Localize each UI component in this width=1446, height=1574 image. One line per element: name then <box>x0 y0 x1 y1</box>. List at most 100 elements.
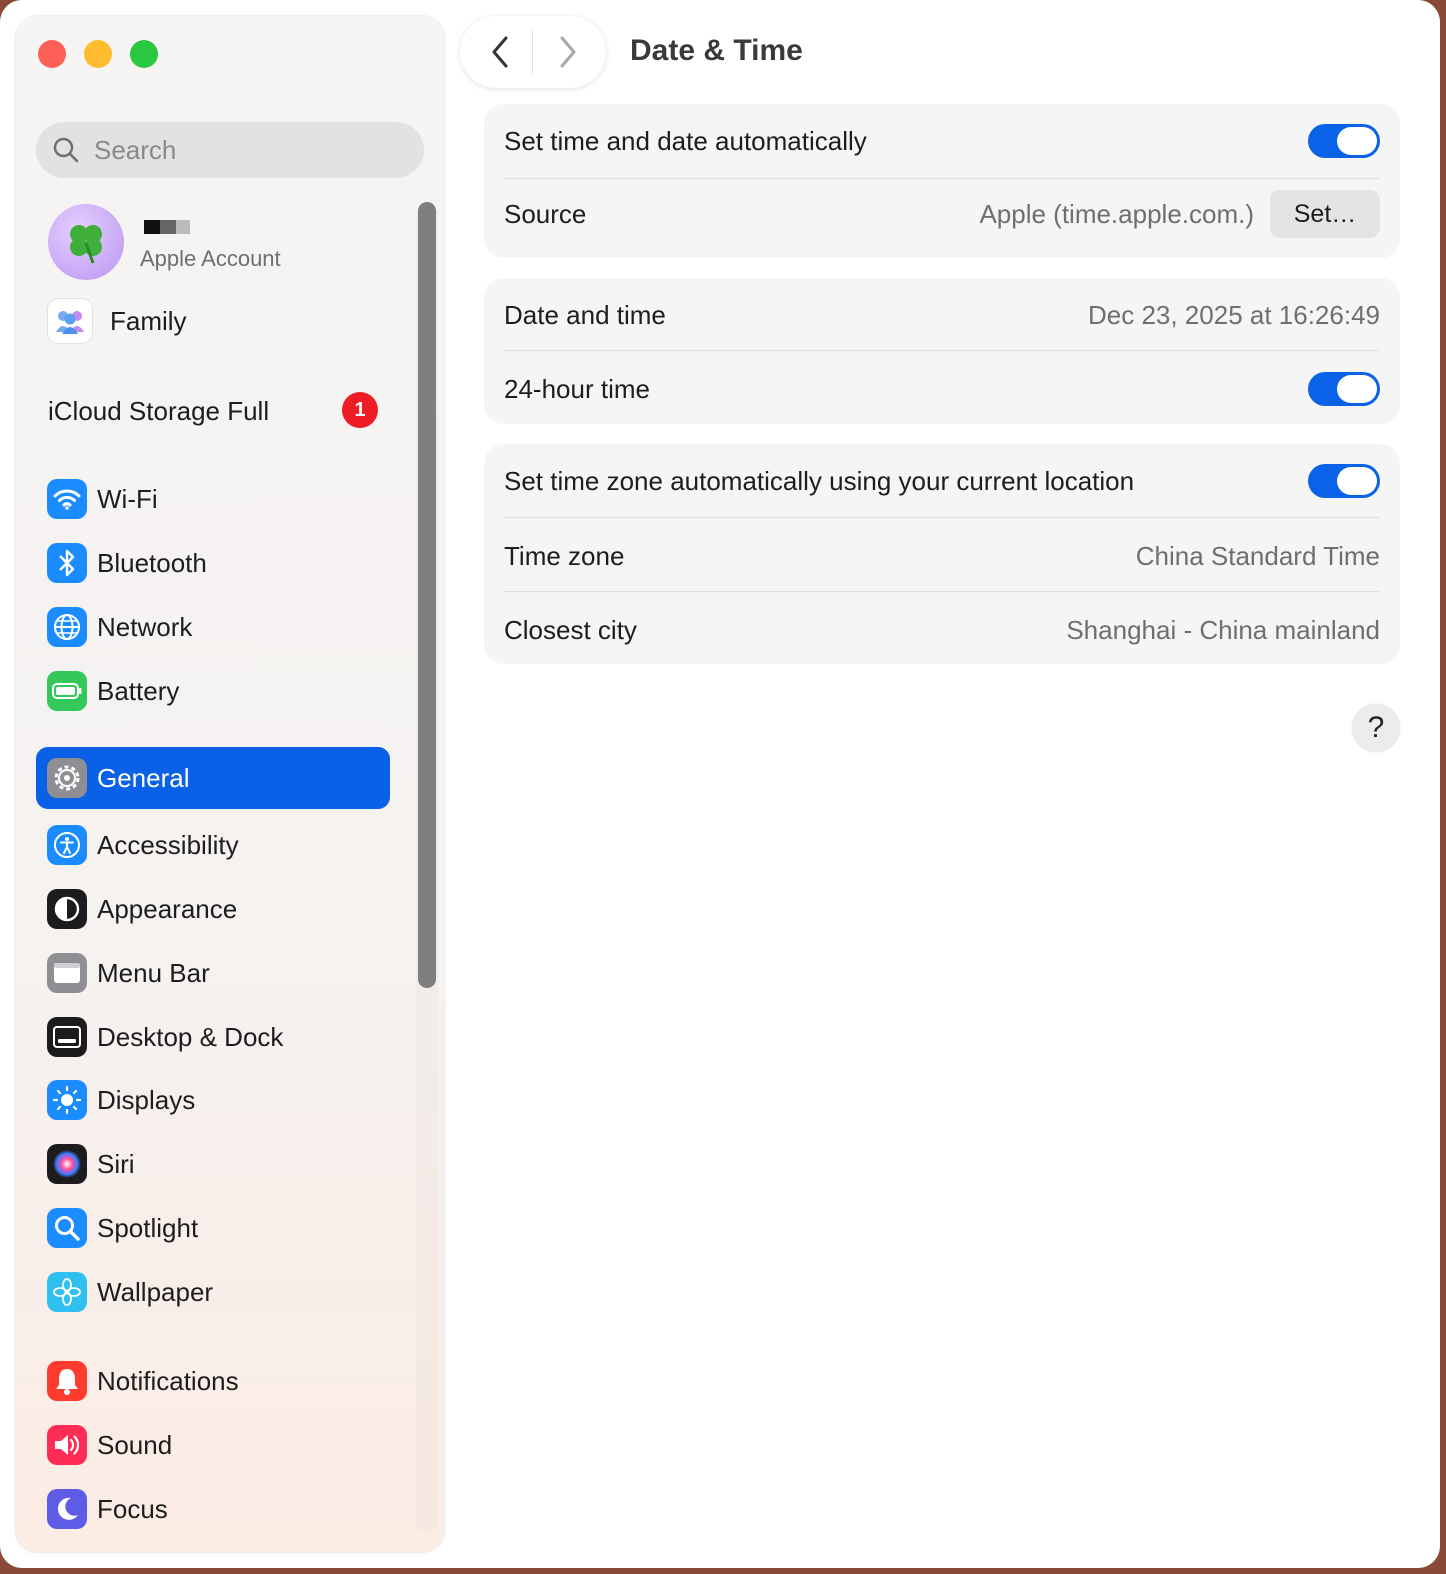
appearance-icon <box>47 889 87 929</box>
sidebar-item-general[interactable]: General <box>36 747 390 809</box>
sidebar-item-label: Network <box>97 611 193 642</box>
sidebar-item-label: Battery <box>97 675 180 706</box>
source-label: Source <box>504 198 587 229</box>
notification-badge: 1 <box>342 392 378 428</box>
siri-icon <box>47 1144 87 1184</box>
sidebar-item-bluetooth[interactable]: Bluetooth <box>36 532 390 594</box>
family-label: Family <box>110 305 187 336</box>
back-button[interactable] <box>480 34 520 70</box>
source-row: Source Apple (time.apple.com.) Set… <box>504 190 1380 238</box>
closest-city-label: Closest city <box>504 614 637 645</box>
set-source-button[interactable]: Set… <box>1270 190 1380 238</box>
auto-timezone-label: Set time zone automatically using your c… <box>504 465 1135 496</box>
close-window-button[interactable] <box>38 40 66 68</box>
search-icon <box>53 137 79 163</box>
sidebar-item-label: Bluetooth <box>97 547 207 578</box>
minimize-window-button[interactable] <box>84 40 112 68</box>
nav-divider <box>532 30 533 74</box>
sidebar-item-label: General <box>97 762 190 793</box>
sidebar-item-menu-bar[interactable]: Menu Bar <box>36 942 390 1004</box>
speaker-icon <box>47 1425 87 1465</box>
auto-time-label: Set time and date automatically <box>504 125 867 156</box>
sidebar-item-label: Focus <box>97 1493 168 1524</box>
sidebar-item-siri[interactable]: Siri <box>36 1133 390 1195</box>
battery-icon <box>47 671 87 711</box>
family-icon <box>48 299 92 343</box>
sidebar-item-network[interactable]: Network <box>36 596 390 658</box>
clover-icon <box>70 225 102 264</box>
accessibility-icon <box>47 825 87 865</box>
magnifier-icon <box>47 1208 87 1248</box>
date-time-group: Date and time Dec 23, 2025 at 16:26:49 2… <box>484 278 1400 424</box>
sidebar-scrollbar[interactable] <box>418 202 436 988</box>
date-time-row: Date and time Dec 23, 2025 at 16:26:49 <box>504 294 1380 336</box>
closest-city-value: Shanghai - China mainland <box>1066 614 1380 645</box>
sidebar-item-displays[interactable]: Displays <box>36 1069 390 1131</box>
history-navigation <box>460 16 606 88</box>
sidebar-item-wifi[interactable]: Wi-Fi <box>36 468 390 530</box>
sidebar-item-label: Spotlight <box>97 1212 199 1243</box>
sidebar-item-label: Wi-Fi <box>97 483 158 514</box>
help-button[interactable]: ? <box>1352 704 1400 752</box>
bluetooth-icon <box>47 543 87 583</box>
hour24-label: 24-hour time <box>504 373 650 404</box>
sidebar-item-desktop-dock[interactable]: Desktop & Dock <box>36 1006 390 1068</box>
family-item[interactable]: Family <box>48 298 187 344</box>
source-value: Apple (time.apple.com.) <box>979 198 1254 229</box>
dock-icon <box>47 1017 87 1057</box>
sidebar-item-label: Desktop & Dock <box>97 1021 284 1052</box>
time-zone-value: China Standard Time <box>1135 540 1380 571</box>
sun-icon <box>47 1080 87 1120</box>
search-field[interactable] <box>36 122 424 178</box>
search-input[interactable] <box>92 133 396 167</box>
auto-timezone-row: Set time zone automatically using your c… <box>504 460 1380 502</box>
gear-icon <box>47 758 87 798</box>
row-divider <box>504 591 1380 592</box>
apple-account-item[interactable]: Apple Account <box>48 204 418 280</box>
account-subtitle: Apple Account <box>140 246 281 271</box>
chevron-right-icon <box>560 36 576 68</box>
zoom-window-button[interactable] <box>130 40 158 68</box>
bell-icon <box>47 1361 87 1401</box>
sidebar-item-accessibility[interactable]: Accessibility <box>36 814 390 876</box>
sidebar-item-label: Siri <box>97 1148 135 1179</box>
time-zone-group: Set time zone automatically using your c… <box>484 444 1400 664</box>
sidebar-item-label: Menu Bar <box>97 957 210 988</box>
hour24-row: 24-hour time <box>504 368 1380 410</box>
time-source-group: Set time and date automatically Source A… <box>484 104 1400 258</box>
sidebar-item-appearance[interactable]: Appearance <box>36 878 390 940</box>
sidebar-item-sound[interactable]: Sound <box>36 1414 390 1476</box>
date-time-value[interactable]: Dec 23, 2025 at 16:26:49 <box>1088 300 1380 331</box>
sidebar-item-label: Displays <box>97 1084 196 1115</box>
sidebar-item-label: Accessibility <box>97 829 239 860</box>
sidebar-item-label: Wallpaper <box>97 1276 214 1307</box>
auto-time-toggle[interactable] <box>1308 124 1380 158</box>
avatar <box>48 204 124 280</box>
sidebar-item-spotlight[interactable]: Spotlight <box>36 1197 390 1259</box>
flower-icon <box>47 1272 87 1312</box>
chevron-left-icon <box>492 36 508 68</box>
account-name-redacted <box>144 220 190 234</box>
closest-city-row: Closest city Shanghai - China mainland <box>504 609 1380 651</box>
row-divider <box>504 178 1380 179</box>
sidebar-item-label: Notifications <box>97 1365 239 1396</box>
time-zone-label: Time zone <box>504 540 625 571</box>
sidebar-item-label: Appearance <box>97 893 238 924</box>
sidebar-item-wallpaper[interactable]: Wallpaper <box>36 1261 390 1323</box>
menu-bar-icon <box>47 953 87 993</box>
sidebar-item-battery[interactable]: Battery <box>36 660 390 722</box>
sidebar-item-notifications[interactable]: Notifications <box>36 1350 390 1412</box>
sidebar: Apple Account Family iCloud Storage Full… <box>16 16 444 1552</box>
row-divider <box>504 350 1380 351</box>
moon-icon <box>47 1489 87 1529</box>
icloud-storage-alert[interactable]: iCloud Storage Full 1 <box>48 392 378 432</box>
row-divider <box>504 517 1380 518</box>
auto-time-row: Set time and date automatically <box>504 120 1380 162</box>
wifi-icon <box>47 479 87 519</box>
forward-button[interactable] <box>548 34 588 70</box>
sidebar-item-focus[interactable]: Focus <box>36 1478 390 1540</box>
auto-timezone-toggle[interactable] <box>1308 464 1380 498</box>
settings-window: Apple Account Family iCloud Storage Full… <box>0 0 1440 1568</box>
hour24-toggle[interactable] <box>1308 372 1380 406</box>
page-title: Date & Time <box>630 34 803 67</box>
